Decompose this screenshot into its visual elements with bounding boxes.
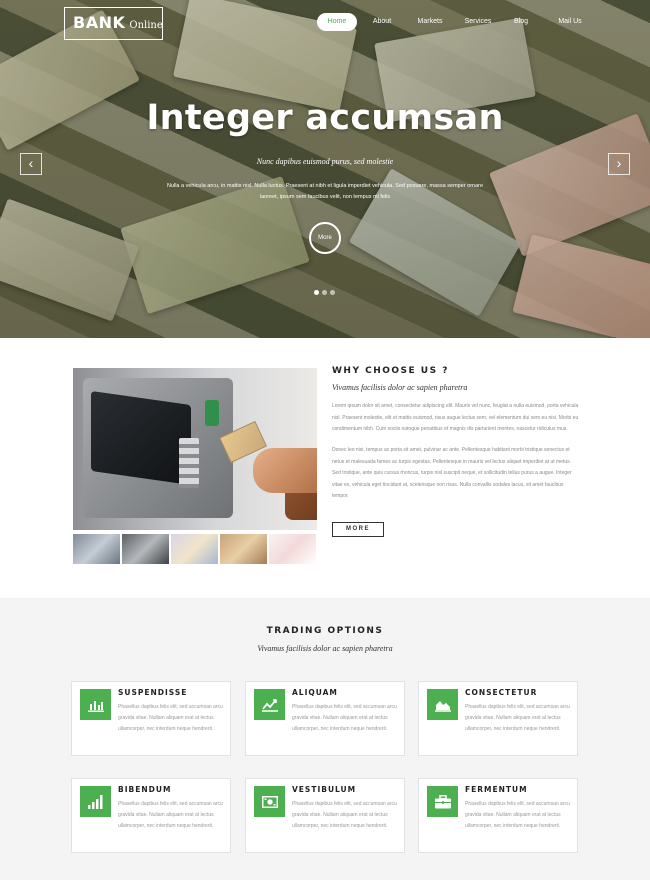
card-text: Phasellus dapibus felis elit, sed accums… <box>118 704 223 732</box>
card-text: Phasellus dapibus felis elit, sed accums… <box>292 704 397 732</box>
why-choose-section: WHY CHOOSE US ? Vivamus facilisis dolor … <box>0 338 650 598</box>
card-text: Phasellus dapibus felis elit, sed accums… <box>292 801 397 829</box>
card-text: Phasellus dapibus felis elit, sed accums… <box>465 801 570 829</box>
main-nav: Home About Markets Services Blog Mail Us <box>317 13 597 31</box>
nav-item-mail-us[interactable]: Mail Us <box>543 13 597 31</box>
why-paragraph-1: Lorem ipsum dolor sit amet, consectetur … <box>332 403 579 432</box>
trading-title: TRADING OPTIONS <box>266 626 384 636</box>
trading-card[interactable]: VESTIBULUM Phasellus dapibus felis elit,… <box>245 778 405 853</box>
trading-card[interactable]: ALIQUAM Phasellus dapibus felis elit, se… <box>245 681 405 756</box>
card-text: Phasellus dapibus felis elit, sed accums… <box>118 801 223 829</box>
hero-slider: BANK Online Home About Markets Services … <box>0 0 650 338</box>
thumbnail-image[interactable] <box>73 534 120 564</box>
atm-card-slot <box>205 400 219 426</box>
nav-item-services[interactable]: Services <box>453 13 503 31</box>
brand-logo[interactable]: BANK Online <box>64 7 163 40</box>
card-title: VESTIBULUM <box>292 785 357 794</box>
line-chart-icon <box>254 689 285 720</box>
trading-subtitle: Vivamus facilisis dolor ac sapien pharet… <box>257 644 393 653</box>
card-title: ALIQUAM <box>292 688 338 697</box>
slider-prev-arrow-icon[interactable]: ‹ <box>20 153 42 175</box>
card-title: FERMENTUM <box>465 785 528 794</box>
trading-options-section: TRADING OPTIONS Vivamus facilisis dolor … <box>0 598 650 880</box>
nav-item-blog[interactable]: Blog <box>503 13 539 31</box>
trading-card[interactable]: BIBENDUM Phasellus dapibus felis elit, s… <box>71 778 231 853</box>
why-more-button[interactable]: MORE <box>332 522 384 537</box>
nav-item-markets[interactable]: Markets <box>407 13 453 31</box>
hand-image <box>253 448 317 493</box>
thumbnail-image[interactable] <box>269 534 316 564</box>
card-title: SUSPENDISSE <box>118 688 188 697</box>
slider-next-arrow-icon[interactable]: › <box>608 153 630 175</box>
why-subtitle: Vivamus facilisis dolor ac sapien pharet… <box>332 383 468 392</box>
slider-dot[interactable] <box>322 290 327 295</box>
brand-name: BANK <box>73 13 126 32</box>
trading-card[interactable]: FERMENTUM Phasellus dapibus felis elit, … <box>418 778 578 853</box>
hero-subtitle: Nunc dapibus euismod purus, sed molestie <box>256 157 394 166</box>
thumbnail-image[interactable] <box>171 534 218 564</box>
hero-overlay <box>0 0 650 338</box>
card-title: BIBENDUM <box>118 785 172 794</box>
atm-screen <box>91 390 191 486</box>
trading-card[interactable]: CONSECTETUR Phasellus dapibus felis elit… <box>418 681 578 756</box>
slider-dots <box>314 290 335 295</box>
slider-dot[interactable] <box>314 290 319 295</box>
hero-more-button[interactable]: More <box>309 222 341 254</box>
thumbnail-image[interactable] <box>220 534 267 564</box>
atm-photo <box>73 368 317 530</box>
card-text: Phasellus dapibus felis elit, sed accums… <box>465 704 570 732</box>
area-chart-icon <box>427 689 458 720</box>
why-title: WHY CHOOSE US ? <box>332 366 449 376</box>
photo-thumbnails <box>73 534 316 564</box>
brand-tagline: Online <box>129 20 163 31</box>
briefcase-icon <box>427 786 458 817</box>
signal-icon <box>80 786 111 817</box>
nav-item-about[interactable]: About <box>360 13 404 31</box>
thumbnail-image[interactable] <box>122 534 169 564</box>
hero-title: Integer accumsan <box>146 98 504 138</box>
nav-item-home[interactable]: Home <box>317 13 357 31</box>
slider-dot[interactable] <box>330 290 335 295</box>
hero-text: Nulla a vehicula arcu, in mattis nisl. N… <box>166 183 484 200</box>
money-icon <box>254 786 285 817</box>
atm-keypad <box>179 438 199 488</box>
card-title: CONSECTETUR <box>465 688 538 697</box>
bar-chart-icon <box>80 689 111 720</box>
trading-card[interactable]: SUSPENDISSE Phasellus dapibus felis elit… <box>71 681 231 756</box>
atm-machine-image <box>83 378 233 518</box>
why-paragraph-2: Donec leo nisi, tempus ac porta sit amet… <box>332 447 572 499</box>
